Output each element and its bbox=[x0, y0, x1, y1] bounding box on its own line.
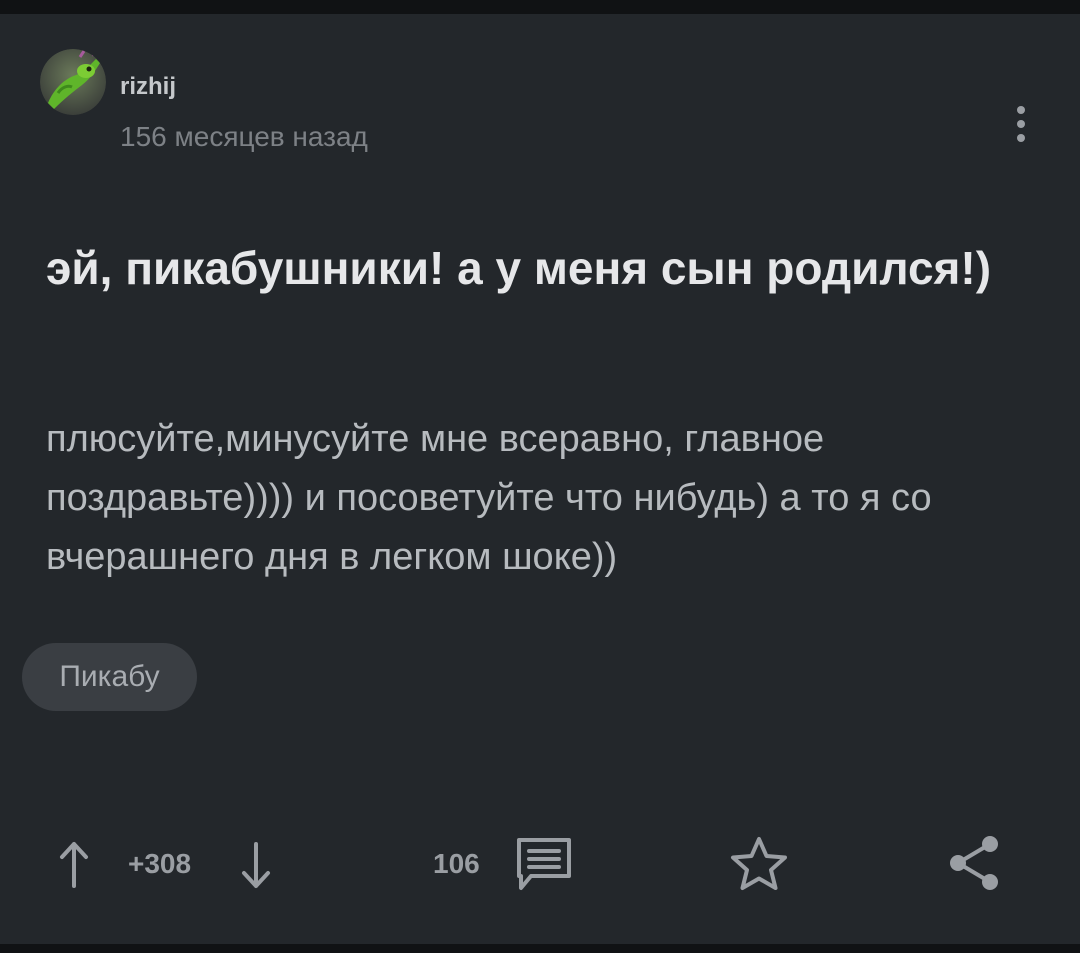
share-button[interactable] bbox=[946, 832, 1004, 894]
tag-chip[interactable]: Пикабу bbox=[22, 643, 197, 711]
star-icon bbox=[731, 837, 787, 890]
rating-value: +308 bbox=[128, 848, 192, 879]
upvote-button[interactable] bbox=[54, 840, 94, 890]
share-icon bbox=[950, 836, 998, 890]
author-name[interactable]: rizhij bbox=[120, 73, 176, 101]
more-options-button[interactable] bbox=[1004, 102, 1038, 150]
avatar[interactable] bbox=[40, 49, 106, 115]
save-button[interactable] bbox=[728, 834, 790, 894]
downvote-button[interactable] bbox=[236, 840, 276, 890]
post-time: 156 месяцев назад bbox=[120, 121, 368, 152]
arrow-up-icon bbox=[60, 842, 88, 888]
more-vertical-icon bbox=[1017, 106, 1025, 142]
navigation-strip bbox=[0, 944, 1080, 953]
comment-icon bbox=[517, 838, 571, 890]
post-card: rizhij 156 месяцев назад эй, пикабушники… bbox=[0, 14, 1080, 944]
status-strip bbox=[0, 0, 1080, 14]
comments-button[interactable] bbox=[513, 834, 575, 894]
comments-count: 106 bbox=[433, 848, 480, 879]
arrow-down-icon bbox=[242, 842, 270, 888]
post-title[interactable]: эй, пикабушники! а у меня сын родился!) bbox=[46, 238, 1006, 298]
post-body: плюсуйте,минусуйте мне всеравно, главное… bbox=[46, 418, 932, 578]
